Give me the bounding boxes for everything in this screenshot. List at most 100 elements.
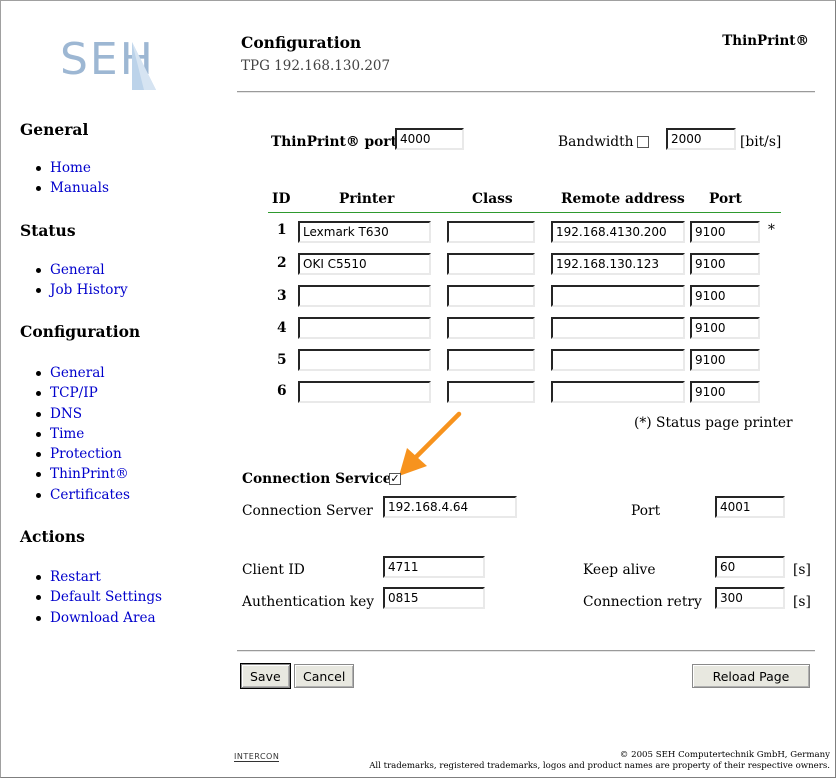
sidebar-item-download-area[interactable]: Download Area bbox=[35, 608, 162, 628]
printer-class-input[interactable] bbox=[447, 317, 535, 339]
remote-address-input[interactable] bbox=[551, 221, 685, 243]
printer-port-input[interactable] bbox=[690, 317, 760, 339]
remote-address-input[interactable] bbox=[551, 285, 685, 307]
remote-address-input[interactable] bbox=[551, 317, 685, 339]
printer-port-input[interactable] bbox=[690, 221, 760, 243]
sidebar-item-tcpip[interactable]: TCP/IP bbox=[35, 383, 130, 403]
status-page-note: (*) Status page printer bbox=[634, 415, 793, 431]
printer-name-input[interactable] bbox=[298, 221, 431, 243]
sidebar-item-thinprint[interactable]: ThinPrint® bbox=[35, 464, 130, 484]
row-id: 2 bbox=[277, 255, 287, 271]
bandwidth-input[interactable] bbox=[666, 128, 736, 150]
sidebar-item-config-general[interactable]: General bbox=[35, 363, 130, 383]
printer-name-input[interactable] bbox=[298, 317, 431, 339]
sidebar-link-download-area[interactable]: Download Area bbox=[50, 610, 156, 626]
trademarks-text: All trademarks, registered trademarks, l… bbox=[369, 761, 830, 771]
printer-name-input[interactable] bbox=[298, 349, 431, 371]
sidebar-item-restart[interactable]: Restart bbox=[35, 567, 162, 587]
logo-graphic-icon bbox=[132, 42, 156, 90]
sidebar-item-status-general[interactable]: General bbox=[36, 260, 128, 280]
save-button[interactable]: Save bbox=[240, 663, 291, 689]
remote-address-input[interactable] bbox=[551, 349, 685, 371]
sidebar-link-time[interactable]: Time bbox=[50, 426, 84, 442]
row-id: 5 bbox=[277, 352, 287, 368]
row-id: 3 bbox=[277, 288, 287, 304]
sidebar-link-protection[interactable]: Protection bbox=[50, 446, 122, 462]
seh-logo: SEH bbox=[60, 28, 160, 90]
sidebar-item-certificates[interactable]: Certificates bbox=[35, 485, 130, 505]
auth-key-label: Authentication key bbox=[242, 594, 375, 610]
printer-port-input[interactable] bbox=[690, 381, 760, 403]
remote-address-input[interactable] bbox=[551, 253, 685, 275]
sidebar-item-dns[interactable]: DNS bbox=[35, 404, 130, 424]
connection-server-input[interactable] bbox=[383, 496, 517, 518]
col-header-id: ID bbox=[272, 191, 291, 207]
sidebar-heading-general: General bbox=[20, 120, 89, 139]
keep-alive-unit: [s] bbox=[793, 562, 811, 578]
col-header-class: Class bbox=[472, 191, 513, 207]
page-title: Configuration bbox=[241, 33, 362, 52]
bandwidth-checkbox[interactable] bbox=[637, 136, 649, 148]
keep-alive-label: Keep alive bbox=[583, 562, 656, 578]
sidebar-list-configuration: General TCP/IP DNS Time Protection ThinP… bbox=[35, 363, 130, 505]
auth-key-input[interactable] bbox=[383, 587, 485, 609]
sidebar-link-restart[interactable]: Restart bbox=[50, 569, 101, 585]
row-id: 6 bbox=[277, 383, 287, 399]
printer-port-input[interactable] bbox=[690, 253, 760, 275]
sidebar-link-default-settings[interactable]: Default Settings bbox=[50, 589, 162, 605]
col-header-remote-address: Remote address bbox=[561, 191, 685, 207]
printer-class-input[interactable] bbox=[447, 349, 535, 371]
table-header-rule bbox=[268, 212, 781, 213]
row-id: 1 bbox=[277, 222, 287, 238]
connection-service-label: Connection Service bbox=[242, 471, 392, 487]
connection-service-checkbox[interactable]: ✓ bbox=[389, 473, 401, 485]
sidebar-link-manuals[interactable]: Manuals bbox=[50, 180, 109, 196]
sidebar-item-home[interactable]: Home bbox=[36, 158, 109, 178]
printer-name-input[interactable] bbox=[298, 381, 431, 403]
sidebar-link-dns[interactable]: DNS bbox=[50, 406, 82, 422]
sidebar-heading-configuration: Configuration bbox=[20, 322, 141, 341]
printer-name-input[interactable] bbox=[298, 285, 431, 307]
page-subtitle: TPG 192.168.130.207 bbox=[241, 58, 391, 74]
sidebar-link-job-history[interactable]: Job History bbox=[50, 282, 128, 298]
remote-address-input[interactable] bbox=[551, 381, 685, 403]
buttons-divider bbox=[237, 650, 815, 652]
printer-name-input[interactable] bbox=[298, 253, 431, 275]
sidebar-item-job-history[interactable]: Job History bbox=[36, 280, 128, 300]
sidebar-link-thinprint[interactable]: ThinPrint® bbox=[50, 466, 129, 482]
status-printer-marker: * bbox=[768, 222, 775, 238]
sidebar-link-home[interactable]: Home bbox=[50, 160, 91, 176]
bandwidth-unit: [bit/s] bbox=[740, 134, 782, 150]
reload-page-button[interactable]: Reload Page bbox=[692, 664, 810, 688]
sidebar-link-status-general[interactable]: General bbox=[50, 262, 105, 278]
sidebar-item-default-settings[interactable]: Default Settings bbox=[35, 587, 162, 607]
thinprint-port-label: ThinPrint® port bbox=[271, 134, 397, 150]
printer-class-input[interactable] bbox=[447, 381, 535, 403]
connection-retry-input[interactable] bbox=[715, 587, 785, 609]
printer-class-input[interactable] bbox=[447, 221, 535, 243]
printer-class-input[interactable] bbox=[447, 285, 535, 307]
col-header-printer: Printer bbox=[339, 191, 395, 207]
sidebar-list-actions: Restart Default Settings Download Area bbox=[35, 567, 162, 628]
sidebar-item-manuals[interactable]: Manuals bbox=[36, 178, 109, 198]
printer-class-input[interactable] bbox=[447, 253, 535, 275]
sidebar-link-tcpip[interactable]: TCP/IP bbox=[50, 385, 98, 401]
connection-port-input[interactable] bbox=[715, 496, 785, 518]
sidebar-list-status: General Job History bbox=[36, 260, 128, 301]
cancel-button[interactable]: Cancel bbox=[294, 664, 355, 688]
arrow-pointer-icon bbox=[399, 411, 462, 476]
sidebar-link-config-general[interactable]: General bbox=[50, 365, 105, 381]
copyright-text: © 2005 SEH Computertechnik GmbH, Germany bbox=[619, 750, 830, 760]
sidebar-list-general: Home Manuals bbox=[36, 158, 109, 199]
printer-port-input[interactable] bbox=[690, 349, 760, 371]
printer-port-input[interactable] bbox=[690, 285, 760, 307]
sidebar-heading-status: Status bbox=[20, 221, 76, 240]
row-id: 4 bbox=[277, 320, 287, 336]
client-id-input[interactable] bbox=[383, 556, 485, 578]
sidebar-link-certificates[interactable]: Certificates bbox=[50, 487, 130, 503]
connection-port-label: Port bbox=[631, 503, 661, 519]
sidebar-item-time[interactable]: Time bbox=[35, 424, 130, 444]
sidebar-item-protection[interactable]: Protection bbox=[35, 444, 130, 464]
keep-alive-input[interactable] bbox=[715, 556, 785, 578]
thinprint-port-input[interactable] bbox=[395, 128, 464, 150]
